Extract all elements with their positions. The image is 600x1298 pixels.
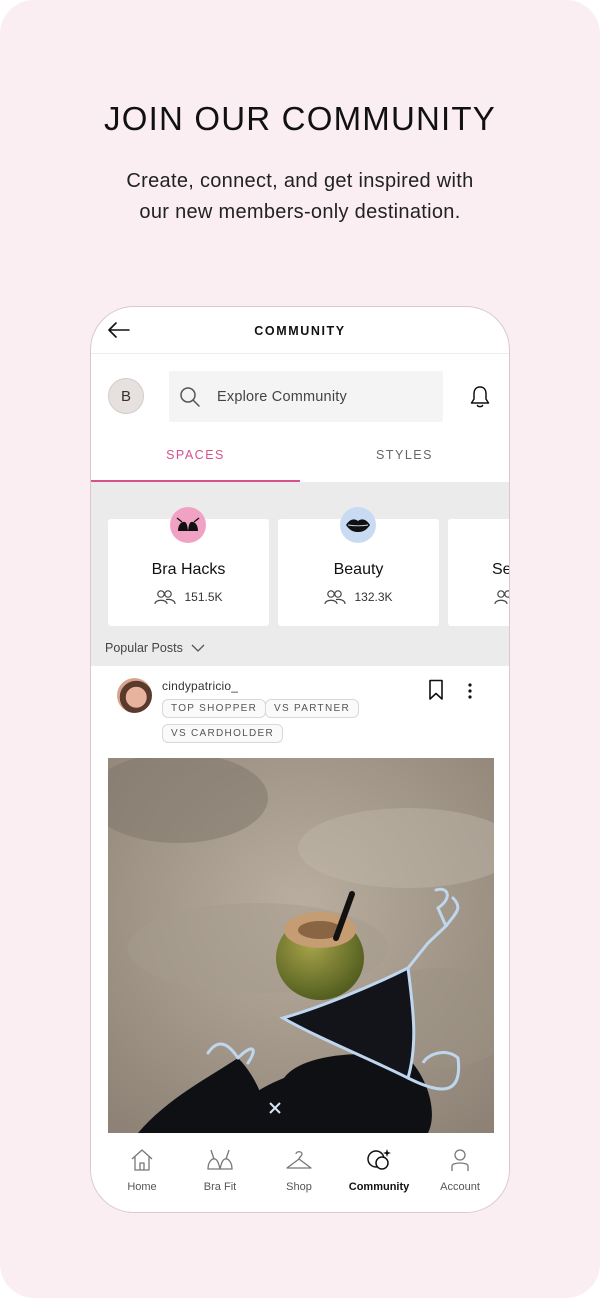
user-avatar[interactable]: B [108,378,144,414]
page-title: COMMUNITY [254,324,346,338]
beach-bikini-coconut-photo [108,758,494,1133]
space-card-partial[interactable]: Se [448,519,510,626]
space-card-bra-hacks[interactable]: Bra Hacks 151.5K [108,507,269,626]
bra-fit-icon [207,1149,233,1170]
home-icon [131,1149,153,1171]
search-input[interactable]: Explore Community [169,371,443,422]
nav-label: Bra Fit [203,1181,237,1193]
phone-frame: COMMUNITY B Explore Community SPACES STY… [90,306,510,1213]
nav-community[interactable]: Community [339,1147,419,1193]
promo-subline: Create, connect, and get inspired with o… [0,166,600,228]
popular-posts-label: Popular Posts [105,641,183,655]
lips-icon [340,507,376,543]
bottom-navigation: Home Bra Fit Shop Community Account [91,1133,509,1212]
member-count-value: 151.5K [184,590,223,604]
space-name: Beauty [333,561,384,578]
space-name: Bra Hacks [151,561,226,578]
nav-label: Home [127,1181,157,1193]
bookmark-icon[interactable] [428,679,444,701]
promo-headline: JOIN OUR COMMUNITY [104,100,496,137]
members-icon [324,590,347,605]
post-header: cindypatricio_ TOP SHOPPER VS PARTNER VS… [91,666,509,758]
space-member-count [448,589,509,605]
badge-vs-cardholder: VS CARDHOLDER [162,724,284,743]
nav-label: Account [440,1181,480,1193]
search-icon [180,386,200,407]
post-username[interactable]: cindypatricio_ [162,679,238,693]
nav-label: Shop [286,1181,312,1193]
search-placeholder: Explore Community [217,388,347,405]
nav-bra-fit[interactable]: Bra Fit [180,1147,260,1193]
promo-page: JOIN OUR COMMUNITY Create, connect, and … [0,0,600,1298]
members-icon [494,590,509,605]
member-count-value: 132.3K [354,590,393,604]
nav-shop[interactable]: Shop [259,1147,339,1193]
tab-bar: SPACES STYLES [91,435,509,482]
members-icon [154,590,177,605]
space-member-count: 132.3K [278,589,439,605]
promo-subline-line-2: our new members-only destination. [139,201,461,223]
top-bar: COMMUNITY [91,307,509,354]
post-author-avatar[interactable] [117,678,152,713]
space-member-count: 151.5K [108,589,269,605]
badge-top-shopper: TOP SHOPPER [162,699,267,718]
post-photo[interactable] [108,758,494,1133]
bra-icon [170,507,206,543]
account-icon [451,1149,469,1171]
nav-home[interactable]: Home [102,1147,182,1193]
community-icon [367,1149,391,1170]
space-name: Se [492,561,510,578]
space-card-beauty[interactable]: Beauty 132.3K [278,507,439,626]
nav-label: Community [348,1181,410,1193]
spaces-carousel[interactable]: Bra Hacks 151.5K Beauty 132.3K Se Popula… [91,482,509,666]
popular-posts-dropdown[interactable]: Popular Posts [105,641,205,655]
promo-subline-line-1: Create, connect, and get inspired with [126,170,474,192]
bell-icon[interactable] [469,385,491,409]
tab-spaces[interactable]: SPACES [91,435,300,482]
hanger-icon [286,1151,312,1169]
tab-styles[interactable]: STYLES [300,435,509,482]
badge-vs-partner: VS PARTNER [265,699,359,718]
nav-account[interactable]: Account [420,1147,500,1193]
more-options-icon[interactable] [465,682,475,700]
chevron-down-icon [191,644,205,652]
